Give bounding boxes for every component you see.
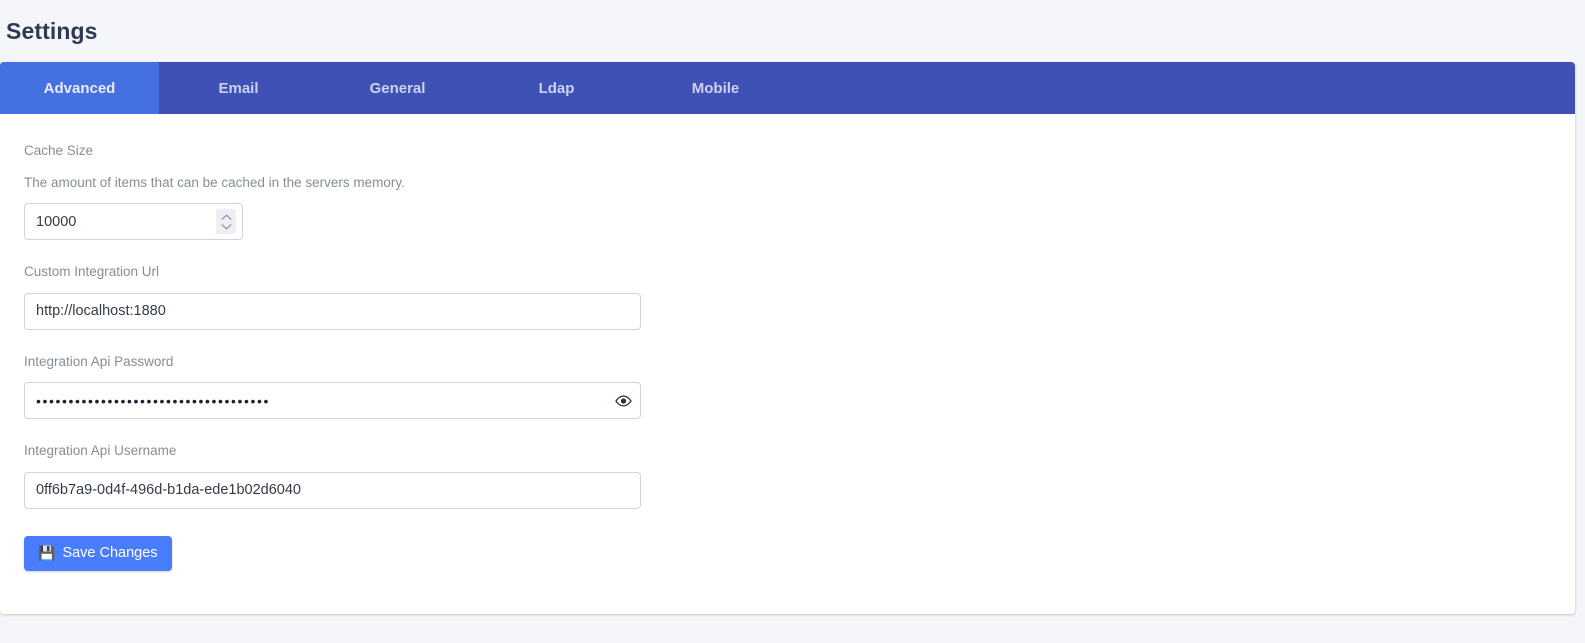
tab-ldap[interactable]: Ldap: [477, 62, 636, 114]
integration-api-password-input[interactable]: ••••••••••••••••••••••••••••••••••••: [24, 382, 641, 420]
page-header: Settings: [0, 0, 1585, 62]
custom-integration-url-input[interactable]: http://localhost:1880: [24, 292, 641, 330]
cache-size-label: Cache Size: [24, 143, 94, 158]
integration-api-username-input[interactable]: 0ff6b7a9-0d4f-496d-b1da-ede1b02d6040: [24, 471, 641, 509]
settings-card: Advanced Email General Ldap Mobile Cache…: [0, 62, 1575, 614]
tab-general-label: General: [369, 79, 426, 97]
integration-api-username-input-wrap: 0ff6b7a9-0d4f-496d-b1da-ede1b02d6040: [24, 471, 641, 509]
chevron-up-icon: [221, 214, 231, 220]
chevron-down-icon: [221, 223, 231, 229]
integration-api-password-input-wrap: ••••••••••••••••••••••••••••••••••••: [24, 382, 641, 420]
cache-size-stepper[interactable]: [216, 209, 236, 235]
field-custom-integration-url: Custom Integration Url http://localhost:…: [24, 263, 1551, 330]
custom-integration-url-input-wrap: http://localhost:1880: [24, 292, 641, 330]
tab-general[interactable]: General: [318, 62, 477, 114]
save-changes-button[interactable]: 💾 Save Changes: [24, 535, 172, 571]
tab-advanced-label: Advanced: [43, 79, 116, 97]
integration-api-password-label: Integration Api Password: [24, 353, 174, 369]
page-title: Settings: [6, 17, 98, 44]
custom-integration-url-label: Custom Integration Url: [24, 264, 160, 280]
tab-email[interactable]: Email: [159, 62, 318, 114]
cache-size-input-wrap: 10000: [24, 203, 243, 241]
floppy-disk-save-icon: 💾: [38, 545, 56, 562]
cache-size-help-text: The amount of items that can be cached i…: [24, 174, 405, 190]
tab-advanced[interactable]: Advanced: [0, 62, 159, 114]
cache-size-input[interactable]: 10000: [24, 203, 243, 241]
save-changes-label: Save Changes: [62, 545, 158, 562]
tab-mobile[interactable]: Mobile: [636, 62, 795, 114]
field-integration-api-username: Integration Api Username 0ff6b7a9-0d4f-4…: [24, 442, 1551, 509]
tab-mobile-label: Mobile: [691, 79, 740, 97]
eye-icon: [614, 395, 632, 407]
toggle-password-visibility-button[interactable]: [605, 382, 641, 419]
field-cache-size: Cache Size The amount of items that can …: [24, 142, 1551, 241]
field-integration-api-password: Integration Api Password •••••••••••••••…: [24, 353, 1551, 420]
tab-ldap-label: Ldap: [538, 79, 575, 97]
settings-tab-bar: Advanced Email General Ldap Mobile: [0, 62, 1575, 114]
integration-api-username-label: Integration Api Username: [24, 443, 177, 459]
tab-email-label: Email: [218, 79, 259, 97]
settings-form: Cache Size The amount of items that can …: [0, 114, 1575, 571]
integration-api-password-value: ••••••••••••••••••••••••••••••••••••: [36, 392, 271, 409]
